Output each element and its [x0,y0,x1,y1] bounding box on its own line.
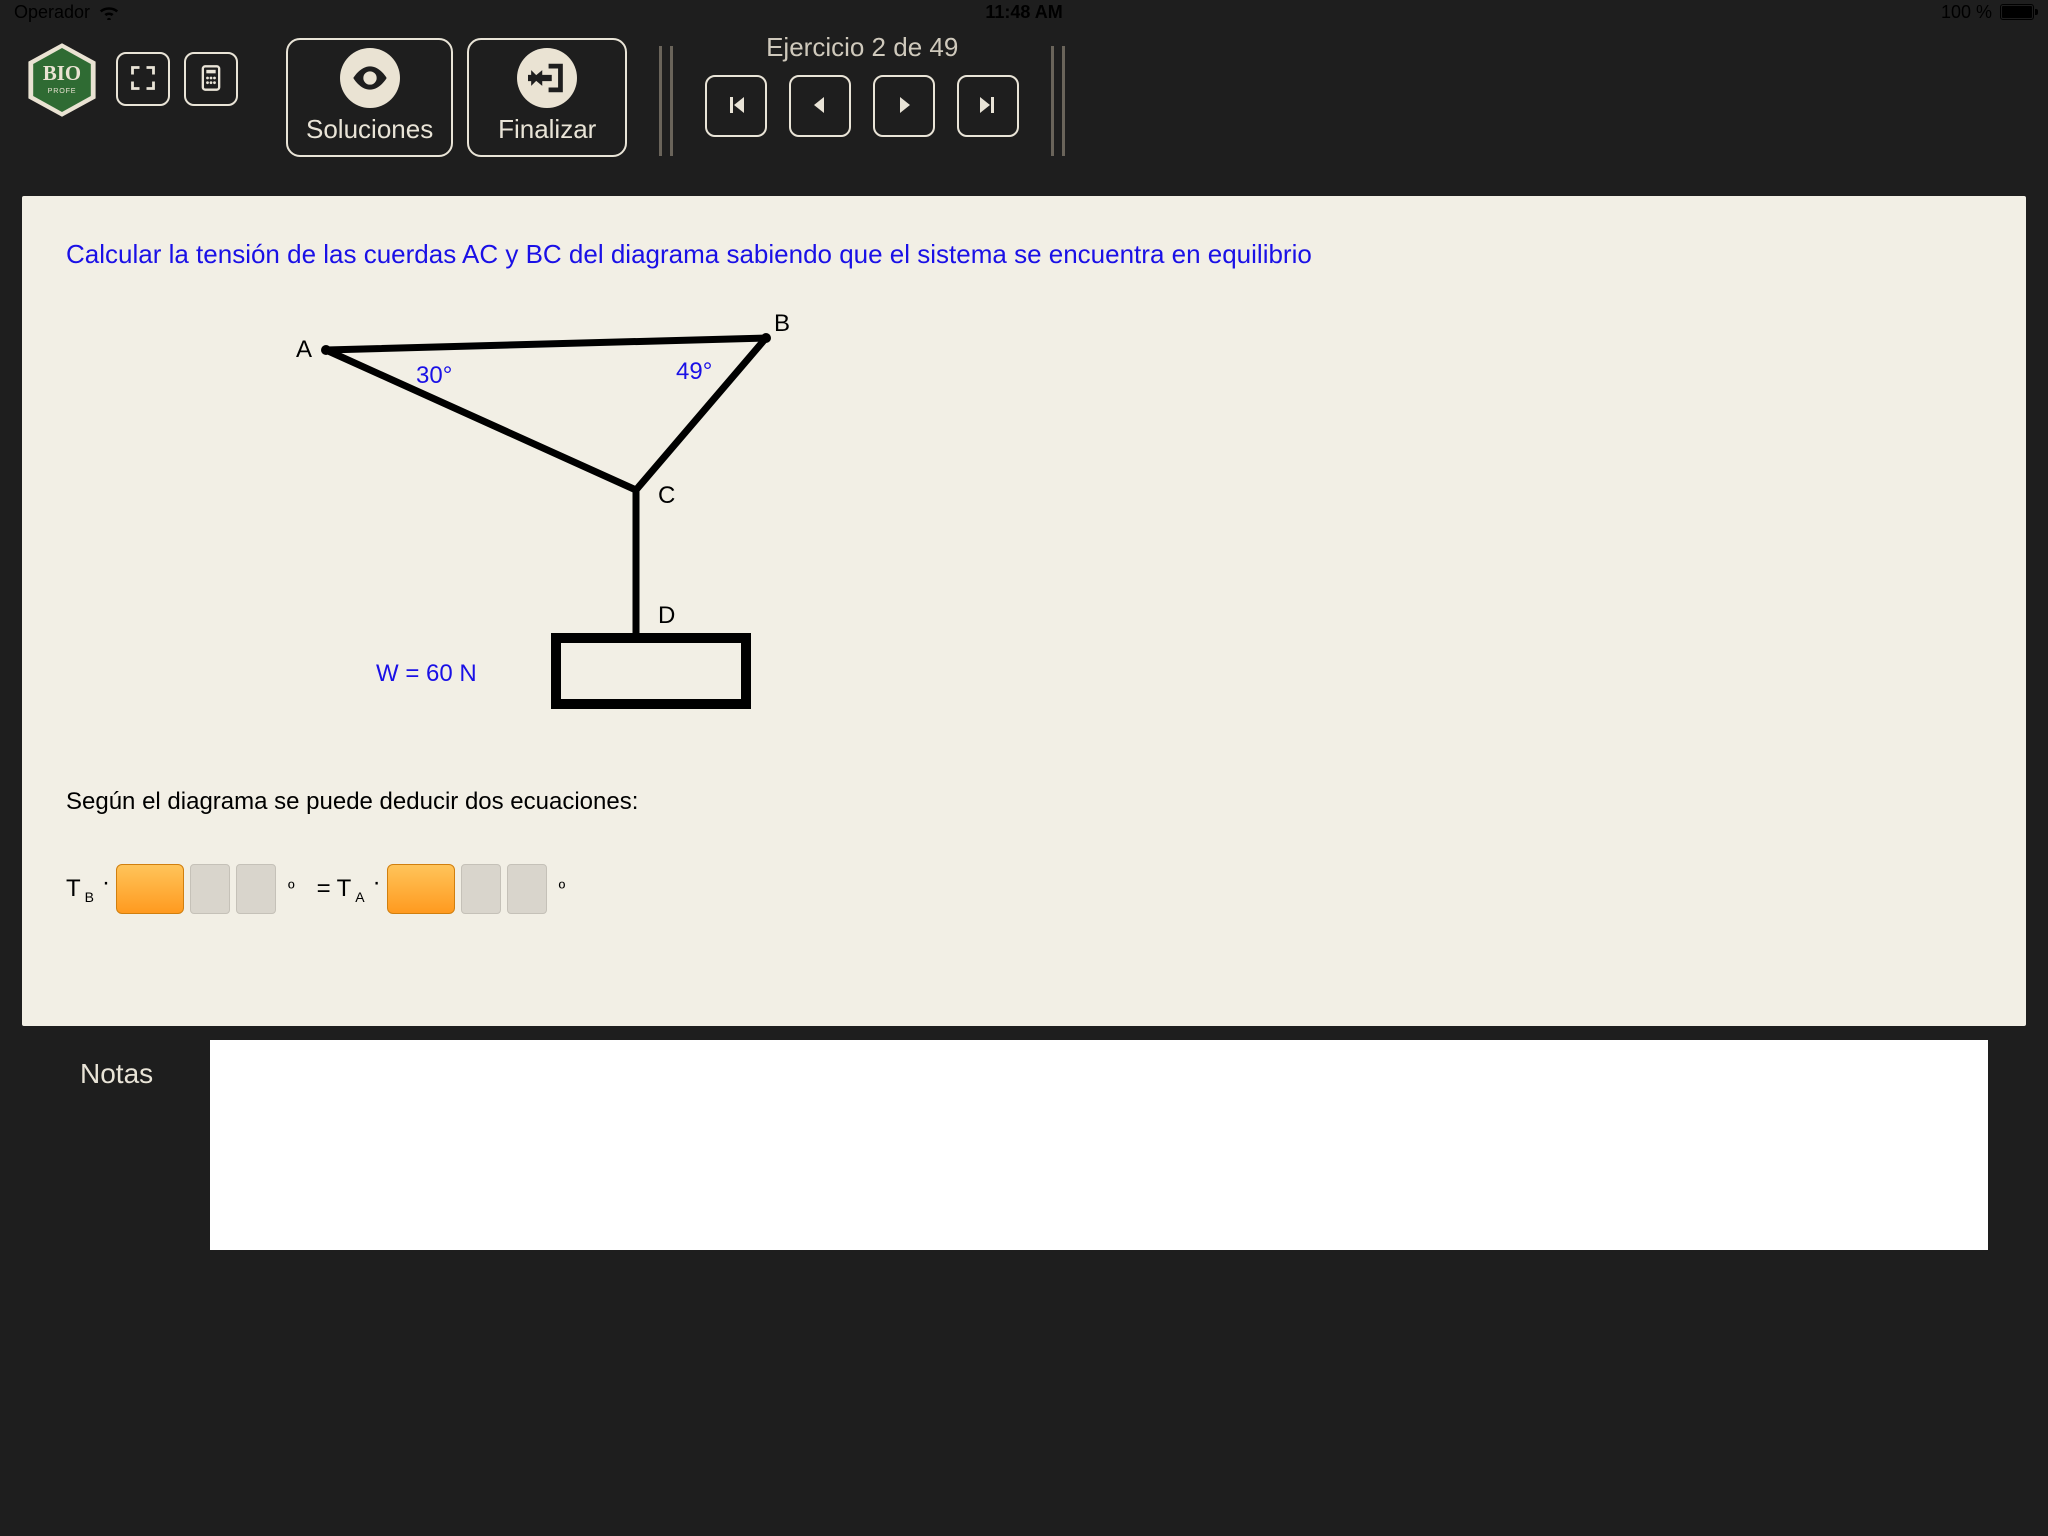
angle-b-label: 49° [676,358,712,386]
skip-back-icon [724,93,748,120]
eq-deg1: º [288,878,295,899]
eq-equals: = [317,875,331,903]
eq-dot1: · [102,869,110,897]
problem-prompt: Calcular la tensión de las cuerdas AC y … [66,238,1982,272]
skip-forward-icon [976,93,1000,120]
clock: 11:48 AM [985,2,1062,23]
status-bar: Operador 11:48 AM 100 % [0,0,2048,24]
wifi-icon [98,4,120,20]
solutions-label: Soluciones [306,114,433,145]
chevron-right-icon [892,93,916,120]
svg-text:PROFE: PROFE [48,86,77,95]
battery-pct: 100 % [1941,2,1992,23]
notes-section: Notas [60,1040,1988,1250]
answer-blank-6[interactable] [507,864,547,914]
eq-dot2: · [373,869,381,897]
notes-input[interactable] [210,1040,1988,1250]
separator [1051,46,1065,156]
point-b-label: B [774,310,790,338]
exit-icon [517,48,577,108]
finish-label: Finalizar [498,114,596,145]
toolbar: BIO PROFE Soluciones [0,24,2048,164]
exercise-counter: Ejercicio 2 de 49 [766,32,958,63]
svg-text:BIO: BIO [43,62,81,85]
prev-button[interactable] [789,75,851,137]
fullscreen-button[interactable] [116,52,170,106]
eye-icon [340,48,400,108]
deduction-text: Según el diagrama se puede deducir dos e… [66,788,1982,816]
last-button[interactable] [957,75,1019,137]
answer-blank-2[interactable] [190,864,230,914]
eq-deg2: º [559,878,566,899]
weight-label: W = 60 N [376,660,477,688]
eq-T1: T [66,875,81,903]
chevron-left-icon [808,93,832,120]
eq-sub-b: B [85,889,94,905]
point-d-label: D [658,602,675,630]
carrier-label: Operador [14,2,90,23]
answer-blank-5[interactable] [461,864,501,914]
finish-button[interactable]: Finalizar [467,38,627,157]
app-logo: BIO PROFE [22,40,102,120]
eq-T2: T [337,875,352,903]
battery-icon [2000,4,2034,20]
eq-sub-a: A [355,889,364,905]
angle-a-label: 30° [416,362,452,390]
equation-row: T B · º = T A · º [66,864,1982,914]
calculator-button[interactable] [184,52,238,106]
separator [659,46,673,156]
notes-label: Notas [60,1040,210,1090]
solutions-button[interactable]: Soluciones [286,38,453,157]
answer-blank-1[interactable] [116,864,184,914]
expand-icon [129,64,157,95]
next-button[interactable] [873,75,935,137]
tension-diagram: A B C D 30° 49° W = 60 N [266,300,1026,780]
point-a-label: A [296,336,312,364]
exercise-card: Calcular la tensión de las cuerdas AC y … [22,196,2026,1026]
calculator-icon [197,64,225,95]
answer-blank-3[interactable] [236,864,276,914]
answer-blank-4[interactable] [387,864,455,914]
point-c-label: C [658,482,675,510]
first-button[interactable] [705,75,767,137]
